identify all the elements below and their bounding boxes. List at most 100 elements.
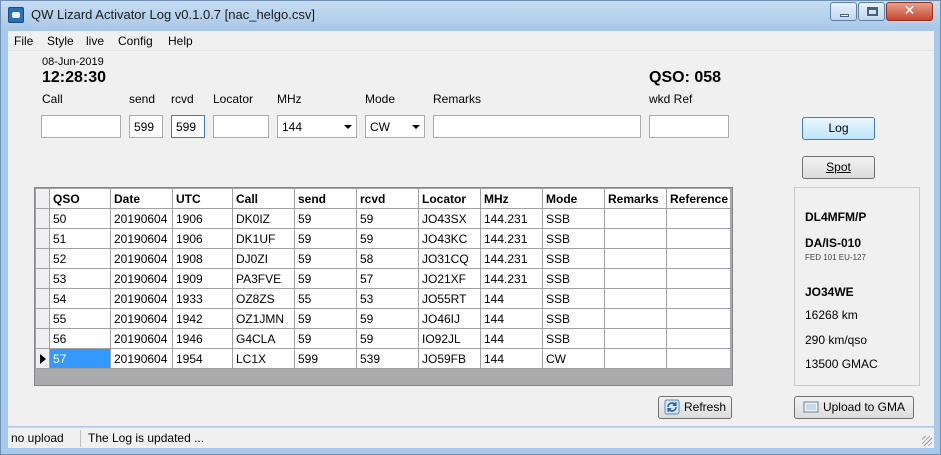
grid-cell[interactable]: 58 (356, 248, 419, 269)
grid-cell[interactable]: 144 (480, 308, 543, 329)
grid-cell[interactable]: LC1X (232, 348, 295, 369)
grid-cell[interactable] (604, 288, 667, 309)
grid-cell[interactable]: JO21XF (418, 268, 481, 289)
grid-cell[interactable]: SSB (542, 208, 605, 229)
column-header[interactable]: Reference (666, 188, 731, 209)
grid-cell[interactable]: SSB (542, 328, 605, 349)
grid-cell[interactable]: 56 (49, 328, 111, 349)
grid-cell[interactable]: 53 (356, 288, 419, 309)
grid-cell[interactable] (666, 328, 731, 349)
table-row[interactable]: 51 20190604 1906 DK1UF 59 59 JO43KC 144.231 SSB (35, 228, 731, 249)
grid-cell[interactable]: 55 (294, 288, 357, 309)
grid-cell[interactable] (666, 308, 731, 329)
grid-cell[interactable]: 1942 (172, 308, 233, 329)
grid-cell[interactable] (604, 308, 667, 329)
grid-cell[interactable]: JO59FB (418, 348, 481, 369)
grid-cell[interactable]: 20190604 (110, 268, 173, 289)
grid-cell[interactable]: 57 (49, 348, 111, 369)
grid-cell[interactable]: 59 (356, 208, 419, 229)
column-header[interactable]: Remarks (604, 188, 667, 209)
spot-button[interactable]: Spot (802, 156, 875, 179)
grid-cell[interactable]: 20190604 (110, 228, 173, 249)
grid-cell[interactable]: 539 (356, 348, 419, 369)
call-input[interactable] (41, 115, 121, 138)
grid-cell[interactable]: JO43KC (418, 228, 481, 249)
row-header[interactable] (35, 288, 50, 309)
grid-cell[interactable]: 20190604 (110, 208, 173, 229)
menu-file[interactable]: File (14, 34, 33, 48)
send-input[interactable] (129, 115, 163, 138)
grid-cell[interactable]: 57 (356, 268, 419, 289)
grid-cell[interactable]: 59 (294, 208, 357, 229)
grid-cell[interactable] (666, 208, 731, 229)
grid-cell[interactable] (604, 208, 667, 229)
grid-cell[interactable]: 144 (480, 288, 543, 309)
table-row[interactable]: 55 20190604 1942 OZ1JMN 59 59 JO46IJ 144 SSB (35, 308, 731, 329)
column-header[interactable]: Locator (418, 188, 481, 209)
column-header[interactable]: UTC (172, 188, 233, 209)
grid-cell[interactable]: 20190604 (110, 248, 173, 269)
grid-cell[interactable]: 53 (49, 268, 111, 289)
grid-cell[interactable]: 1954 (172, 348, 233, 369)
grid-cell[interactable]: DJ0ZI (232, 248, 295, 269)
grid-cell[interactable]: DK1UF (232, 228, 295, 249)
table-row[interactable]: 53 20190604 1909 PA3FVE 59 57 JO21XF 144.231 SSB (35, 268, 731, 289)
column-header[interactable]: send (294, 188, 357, 209)
grid-cell[interactable]: JO43SX (418, 208, 481, 229)
grid-cell[interactable]: IO92JL (418, 328, 481, 349)
row-header[interactable] (35, 328, 50, 349)
grid-cell[interactable]: SSB (542, 288, 605, 309)
grid-cell[interactable] (666, 288, 731, 309)
grid-cell[interactable]: JO31CQ (418, 248, 481, 269)
grid-cell[interactable]: 59 (294, 228, 357, 249)
grid-cell[interactable]: 59 (356, 308, 419, 329)
grid-cell[interactable]: G4CLA (232, 328, 295, 349)
row-header[interactable] (35, 248, 50, 269)
log-button[interactable]: Log (802, 117, 875, 140)
grid-cell[interactable]: OZ1JMN (232, 308, 295, 329)
column-header[interactable]: rcvd (356, 188, 419, 209)
grid-cell[interactable]: JO55RT (418, 288, 481, 309)
grid-cell[interactable] (604, 248, 667, 269)
grid-cell[interactable]: 20190604 (110, 348, 173, 369)
menu-help[interactable]: Help (168, 34, 193, 48)
menu-style[interactable]: Style (47, 34, 74, 48)
refresh-button[interactable]: Refresh (658, 396, 732, 419)
grid-cell[interactable]: SSB (542, 248, 605, 269)
grid-cell[interactable] (604, 228, 667, 249)
grid-cell[interactable] (604, 348, 667, 369)
grid-cell[interactable] (604, 268, 667, 289)
grid-cell[interactable]: 1908 (172, 248, 233, 269)
grid-cell[interactable]: 59 (294, 268, 357, 289)
grid-cell[interactable] (666, 268, 731, 289)
row-header[interactable] (35, 308, 50, 329)
grid-cell[interactable]: 144 (480, 348, 543, 369)
grid-cell[interactable]: SSB (542, 268, 605, 289)
table-row[interactable]: 54 20190604 1933 OZ8ZS 55 53 JO55RT 144 SSB (35, 288, 731, 309)
column-header[interactable]: QSO (49, 188, 111, 209)
grid-cell[interactable]: 1906 (172, 208, 233, 229)
grid-cell[interactable]: 54 (49, 288, 111, 309)
grid-cell[interactable]: SSB (542, 228, 605, 249)
grid-cell[interactable]: 599 (294, 348, 357, 369)
grid-cell[interactable]: 144.231 (480, 248, 543, 269)
grid-cell[interactable]: 144.231 (480, 208, 543, 229)
menu-live[interactable]: live (86, 34, 104, 48)
table-row[interactable]: 57 20190604 1954 LC1X 599 539 JO59FB 144 CW (35, 348, 731, 369)
grid-cell[interactable]: JO46IJ (418, 308, 481, 329)
wkd-ref-input[interactable] (649, 115, 729, 138)
mode-select[interactable]: CW (365, 115, 425, 138)
row-header[interactable] (35, 348, 50, 369)
close-button[interactable]: ✕ (886, 2, 933, 21)
row-header[interactable] (35, 268, 50, 289)
grid-cell[interactable]: 59 (294, 328, 357, 349)
grid-cell[interactable]: SSB (542, 308, 605, 329)
table-row[interactable]: 50 20190604 1906 DK0IZ 59 59 JO43SX 144.231 SSB (35, 208, 731, 229)
title-bar[interactable]: QW Lizard Activator Log v0.1.0.7 [nac_he… (1, 1, 940, 30)
table-row[interactable]: 52 20190604 1908 DJ0ZI 59 58 JO31CQ 144.231 SSB (35, 248, 731, 269)
menu-config[interactable]: Config (118, 34, 153, 48)
grid-cell[interactable]: 144.231 (480, 228, 543, 249)
locator-input[interactable] (213, 115, 269, 138)
remarks-input[interactable] (433, 115, 641, 138)
grid-cell[interactable]: 51 (49, 228, 111, 249)
